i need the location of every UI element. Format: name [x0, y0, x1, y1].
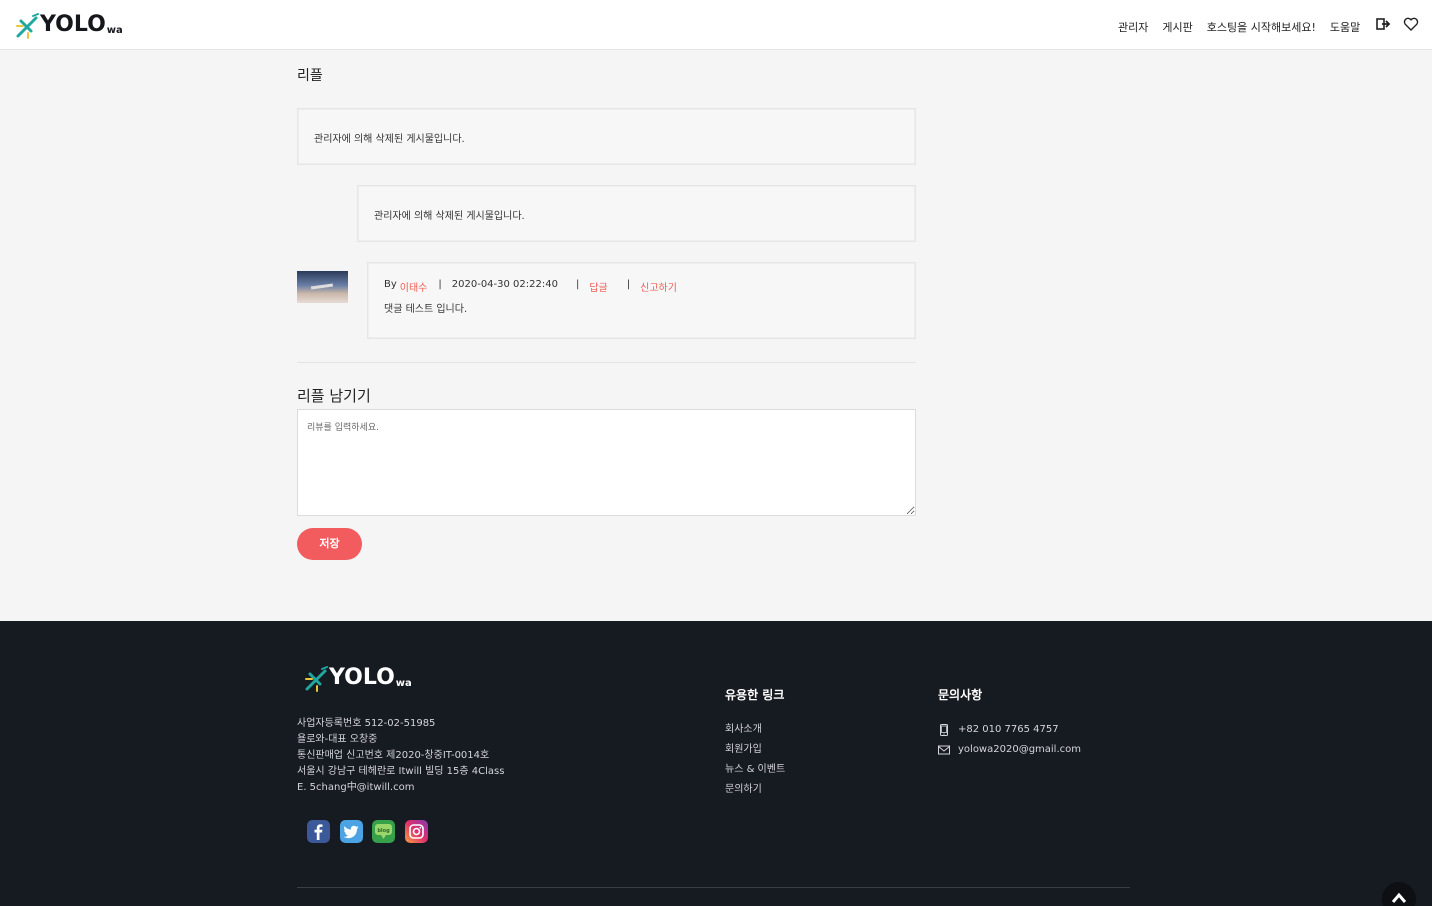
svg-text:blog: blog: [377, 828, 390, 834]
facebook-icon[interactable]: [307, 820, 330, 843]
section-divider: [297, 362, 916, 363]
company-email: E. 5chang中@itwill.com: [297, 782, 415, 793]
report-link[interactable]: 신고하기: [640, 279, 677, 294]
blog-icon[interactable]: blog: [372, 820, 395, 843]
commenter-avatar: [297, 271, 348, 303]
company-info: 사업자등록번호 512-02-51985 욜로와-대표 오창중 통신판매업 신고…: [297, 716, 504, 796]
twitter-icon[interactable]: [339, 820, 363, 843]
link-contact[interactable]: 문의하기: [725, 780, 785, 800]
nav-hosting[interactable]: 호스팅을 시작해보세요!: [1207, 19, 1316, 35]
save-button[interactable]: 저장: [297, 528, 362, 560]
reply-link[interactable]: 답글: [589, 279, 607, 294]
footer-logo[interactable]: YOLO wa: [304, 664, 412, 692]
representative: 욜로와-대표 오창중: [297, 734, 378, 745]
phone-icon: [940, 724, 948, 736]
contact-info: +82 010 7765 4757 yolowa2020@gmail.com: [938, 720, 1081, 760]
business-number: 사업자등록번호 512-02-51985: [297, 718, 436, 729]
by-label: By: [384, 279, 397, 290]
footer-logo-text: YOLO: [329, 665, 395, 690]
scroll-to-top-button[interactable]: [1382, 882, 1416, 906]
replies-title: 리플: [297, 68, 323, 84]
top-header: YOLO wa 관리자 게시판 호스팅을 시작해보세요! 도움말: [0, 0, 1432, 50]
footer-logo-subtext: wa: [395, 678, 412, 689]
chevron-up-icon: [1391, 892, 1407, 903]
footer-divider: [297, 887, 1130, 888]
link-signup[interactable]: 회원가입: [725, 740, 785, 760]
plane-logo-icon: [305, 666, 328, 692]
link-about[interactable]: 회사소개: [725, 720, 785, 740]
link-news-events[interactable]: 뉴스 & 이벤트: [725, 760, 785, 780]
comment-card: By 이태수 | 2020-04-30 02:22:40 | 답글 | 신고하기…: [367, 262, 916, 339]
comment-body: 댓글 테스트 입니다.: [384, 304, 468, 315]
nav-help[interactable]: 도움말: [1330, 19, 1360, 35]
leave-reply-title: 리플 남기기: [297, 387, 371, 405]
company-address: 서울시 강남구 테헤란로 Itwill 빌딩 15층 4Class: [297, 766, 505, 777]
social-links: blog: [307, 820, 437, 843]
plane-logo-icon: [16, 13, 39, 39]
deleted-reply-text: 관리자에 의해 삭제된 게시물입니다.: [314, 134, 465, 145]
envelope-icon: [938, 745, 950, 755]
contact-phone: +82 010 7765 4757: [958, 724, 1059, 735]
comment-author[interactable]: 이태수: [400, 279, 428, 294]
sign-out-icon[interactable]: [1375, 16, 1391, 32]
contact-phone-row: +82 010 7765 4757: [938, 720, 1081, 740]
site-footer: YOLO wa 사업자등록번호 512-02-51985 욜로와-대표 오창중 …: [0, 621, 1432, 906]
logo-subtext: wa: [106, 25, 123, 36]
nav-board[interactable]: 게시판: [1162, 19, 1192, 35]
review-textarea[interactable]: [297, 409, 916, 516]
contact-email-row: yolowa2020@gmail.com: [938, 740, 1081, 760]
nav-admin[interactable]: 관리자: [1118, 19, 1148, 35]
instagram-icon[interactable]: [404, 820, 428, 843]
useful-links-title: 유용한 링크: [725, 688, 785, 702]
deleted-nested-reply-card: 관리자에 의해 삭제된 게시물입니다.: [357, 185, 916, 242]
top-nav: 관리자 게시판 호스팅을 시작해보세요! 도움말: [1118, 19, 1374, 35]
logo-text: YOLO: [40, 12, 106, 37]
site-logo[interactable]: YOLO wa: [15, 9, 123, 39]
ecommerce-registration: 통신판매업 신고번호 제2020-창중IT-0014호: [297, 750, 490, 761]
useful-links: 회사소개 회원가입 뉴스 & 이벤트 문의하기: [725, 720, 785, 800]
heart-icon[interactable]: [1403, 16, 1419, 32]
deleted-reply-card: 관리자에 의해 삭제된 게시물입니다.: [297, 108, 916, 165]
deleted-reply-text: 관리자에 의해 삭제된 게시물입니다.: [374, 211, 525, 222]
contact-title: 문의사항: [938, 688, 983, 702]
contact-email[interactable]: yolowa2020@gmail.com: [958, 740, 1081, 760]
comment-meta: By 이태수 | 2020-04-30 02:22:40 | 답글 | 신고하기: [384, 279, 677, 294]
comment-datetime: 2020-04-30 02:22:40: [451, 279, 558, 290]
